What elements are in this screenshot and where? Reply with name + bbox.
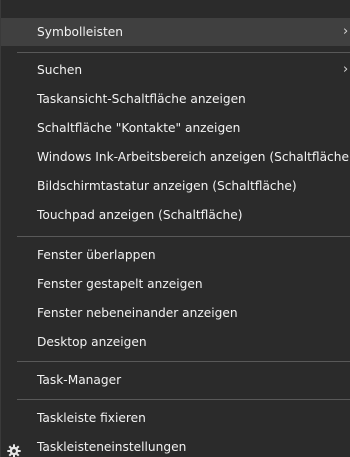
menu-item-label: Schaltfläche "Kontakte" anzeigen bbox=[37, 121, 241, 135]
menu-item-taskleisteneinstellungen[interactable]: Taskleisteneinstellungen bbox=[1, 433, 350, 457]
menu-item-label: Bildschirmtastatur anzeigen (Schaltfläch… bbox=[37, 179, 297, 193]
menu-item-task-manager[interactable]: Task-Manager bbox=[1, 366, 350, 394]
menu-item-windows-ink[interactable]: Windows Ink-Arbeitsbereich anzeigen (Sch… bbox=[1, 143, 350, 171]
chevron-right-icon: › bbox=[343, 62, 349, 77]
menu-separator bbox=[17, 399, 350, 400]
menu-item-taskleiste-fixieren[interactable]: Taskleiste fixieren bbox=[1, 404, 350, 432]
menu-item-kontakte[interactable]: Schaltfläche "Kontakte" anzeigen bbox=[1, 114, 350, 142]
menu-item-label: Touchpad anzeigen (Schaltfläche) bbox=[37, 208, 243, 222]
menu-item-label: Fenster überlappen bbox=[37, 248, 156, 262]
menu-separator bbox=[17, 361, 350, 362]
menu-item-label: Suchen bbox=[37, 63, 83, 77]
menu-item-taskansicht[interactable]: Taskansicht-Schaltfläche anzeigen bbox=[1, 85, 350, 113]
menu-item-desktop-anzeigen[interactable]: Desktop anzeigen bbox=[1, 328, 350, 356]
menu-item-label: Symbolleisten bbox=[37, 25, 124, 39]
menu-item-label: Fenster gestapelt anzeigen bbox=[37, 277, 203, 291]
menu-item-label: Windows Ink-Arbeitsbereich anzeigen (Sch… bbox=[37, 150, 350, 164]
menu-item-symbolleisten[interactable]: Symbolleisten › bbox=[1, 18, 350, 46]
menu-item-suchen[interactable]: Suchen › bbox=[1, 56, 350, 84]
menu-item-label: Taskansicht-Schaltfläche anzeigen bbox=[37, 92, 246, 106]
chevron-right-icon: › bbox=[343, 24, 349, 39]
menu-item-label: Taskleisteneinstellungen bbox=[37, 440, 187, 454]
menu-item-fenster-nebeneinander[interactable]: Fenster nebeneinander anzeigen bbox=[1, 299, 350, 327]
taskbar-context-menu: Symbolleisten › Suchen › Taskansicht-Sch… bbox=[0, 0, 350, 457]
gear-icon bbox=[7, 440, 21, 457]
menu-separator bbox=[17, 236, 350, 237]
menu-item-fenster-gestapelt[interactable]: Fenster gestapelt anzeigen bbox=[1, 270, 350, 298]
menu-item-touchpad[interactable]: Touchpad anzeigen (Schaltfläche) bbox=[1, 201, 350, 229]
menu-separator bbox=[17, 52, 350, 53]
menu-item-bildschirmtastatur[interactable]: Bildschirmtastatur anzeigen (Schaltfläch… bbox=[1, 172, 350, 200]
menu-item-label: Fenster nebeneinander anzeigen bbox=[37, 306, 238, 320]
menu-item-label: Desktop anzeigen bbox=[37, 335, 147, 349]
menu-item-fenster-ueberlappen[interactable]: Fenster überlappen bbox=[1, 241, 350, 269]
menu-item-label: Task-Manager bbox=[37, 373, 122, 387]
menu-item-label: Taskleiste fixieren bbox=[37, 411, 146, 425]
